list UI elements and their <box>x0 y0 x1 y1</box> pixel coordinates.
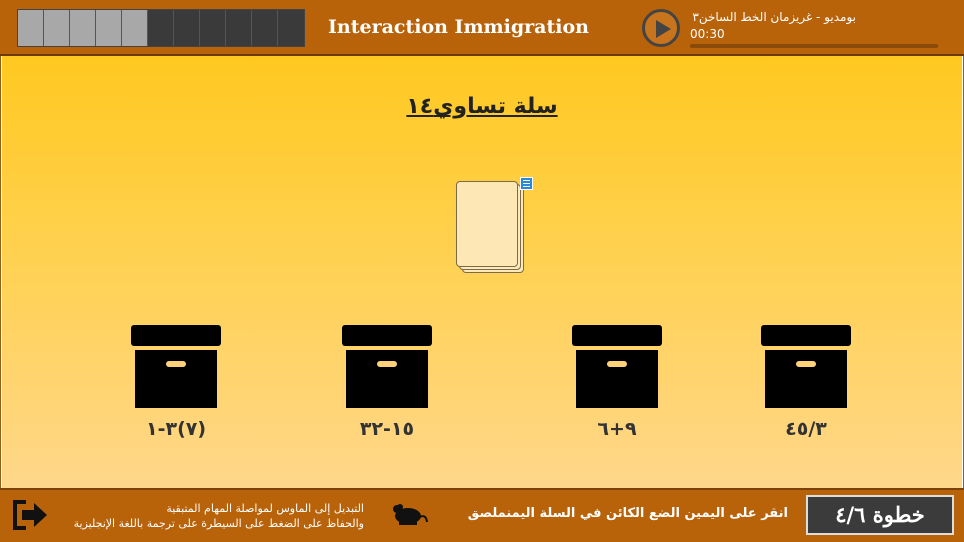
card-top[interactable] <box>456 181 518 267</box>
progress-segment <box>44 10 70 46</box>
bin-4[interactable]: ٤٥/٣ <box>760 325 852 440</box>
audio-time: 00:30 <box>690 27 725 41</box>
instruction-text: انقر على اليمين الضع الكائن في السلة الي… <box>467 506 788 521</box>
bin-label: ١٥-٣٢ <box>359 418 415 440</box>
exit-icon[interactable] <box>12 499 50 535</box>
bin-box <box>576 350 658 408</box>
bin-lid <box>342 325 432 346</box>
keyboard-hint: التبديل إلى الماوس لمواصلة المهام المتبق… <box>74 501 364 531</box>
bin-handle <box>607 361 627 367</box>
hint-line-1: التبديل إلى الماوس لمواصلة المهام المتبق… <box>166 502 364 515</box>
app-title: Interaction Immigration <box>328 16 589 38</box>
progress-segment <box>174 10 200 46</box>
bin-box <box>135 350 217 408</box>
bin-box <box>346 350 428 408</box>
progress-segment <box>148 10 174 46</box>
bin-1[interactable]: (٧)٣-١ <box>130 325 222 440</box>
audio-title: بومديو - غريزمان الخط الساخن٣ <box>692 10 856 24</box>
bin-label: ٩+٦ <box>597 418 637 440</box>
play-icon <box>656 20 671 38</box>
progress-segment <box>252 10 278 46</box>
play-button[interactable] <box>642 9 680 47</box>
progress-segment <box>278 10 304 46</box>
bin-3[interactable]: ٩+٦ <box>571 325 663 440</box>
progress-segment <box>200 10 226 46</box>
bin-handle <box>377 361 397 367</box>
progress-segment <box>70 10 96 46</box>
step-indicator: خطوة ٤/٦ <box>806 495 954 535</box>
audio-player: بومديو - غريزمان الخط الساخن٣ 00:30 <box>642 7 940 51</box>
bin-lid <box>572 325 662 346</box>
draggable-card-stack[interactable] <box>454 177 533 274</box>
bin-2[interactable]: ١٥-٣٢ <box>341 325 433 440</box>
hint-line-2: والحفاظ على الضغط على السيطرة على ترجمة … <box>73 517 364 530</box>
progress-segment <box>122 10 148 46</box>
mouse-icon <box>388 502 428 530</box>
note-icon[interactable] <box>520 177 533 190</box>
activity-area: سلة تساوي١٤ (٧)٣-١ ١٥-٣٢ ٩+٦ ٤٥/٣ <box>2 56 962 488</box>
bin-handle <box>796 361 816 367</box>
bin-lid <box>761 325 851 346</box>
progress-segment <box>96 10 122 46</box>
footer-bar: التبديل إلى الماوس لمواصلة المهام المتبق… <box>0 488 964 542</box>
question-title: سلة تساوي١٤ <box>406 94 558 119</box>
bin-label: ٤٥/٣ <box>785 418 827 440</box>
progress-indicator <box>17 9 305 47</box>
progress-segment <box>226 10 252 46</box>
header-bar: Interaction Immigration بومديو - غريزمان… <box>0 0 964 56</box>
bin-lid <box>131 325 221 346</box>
audio-seek-bar[interactable] <box>690 44 938 48</box>
bin-box <box>765 350 847 408</box>
progress-segment <box>18 10 44 46</box>
bin-label: (٧)٣-١ <box>145 418 207 440</box>
bin-handle <box>166 361 186 367</box>
